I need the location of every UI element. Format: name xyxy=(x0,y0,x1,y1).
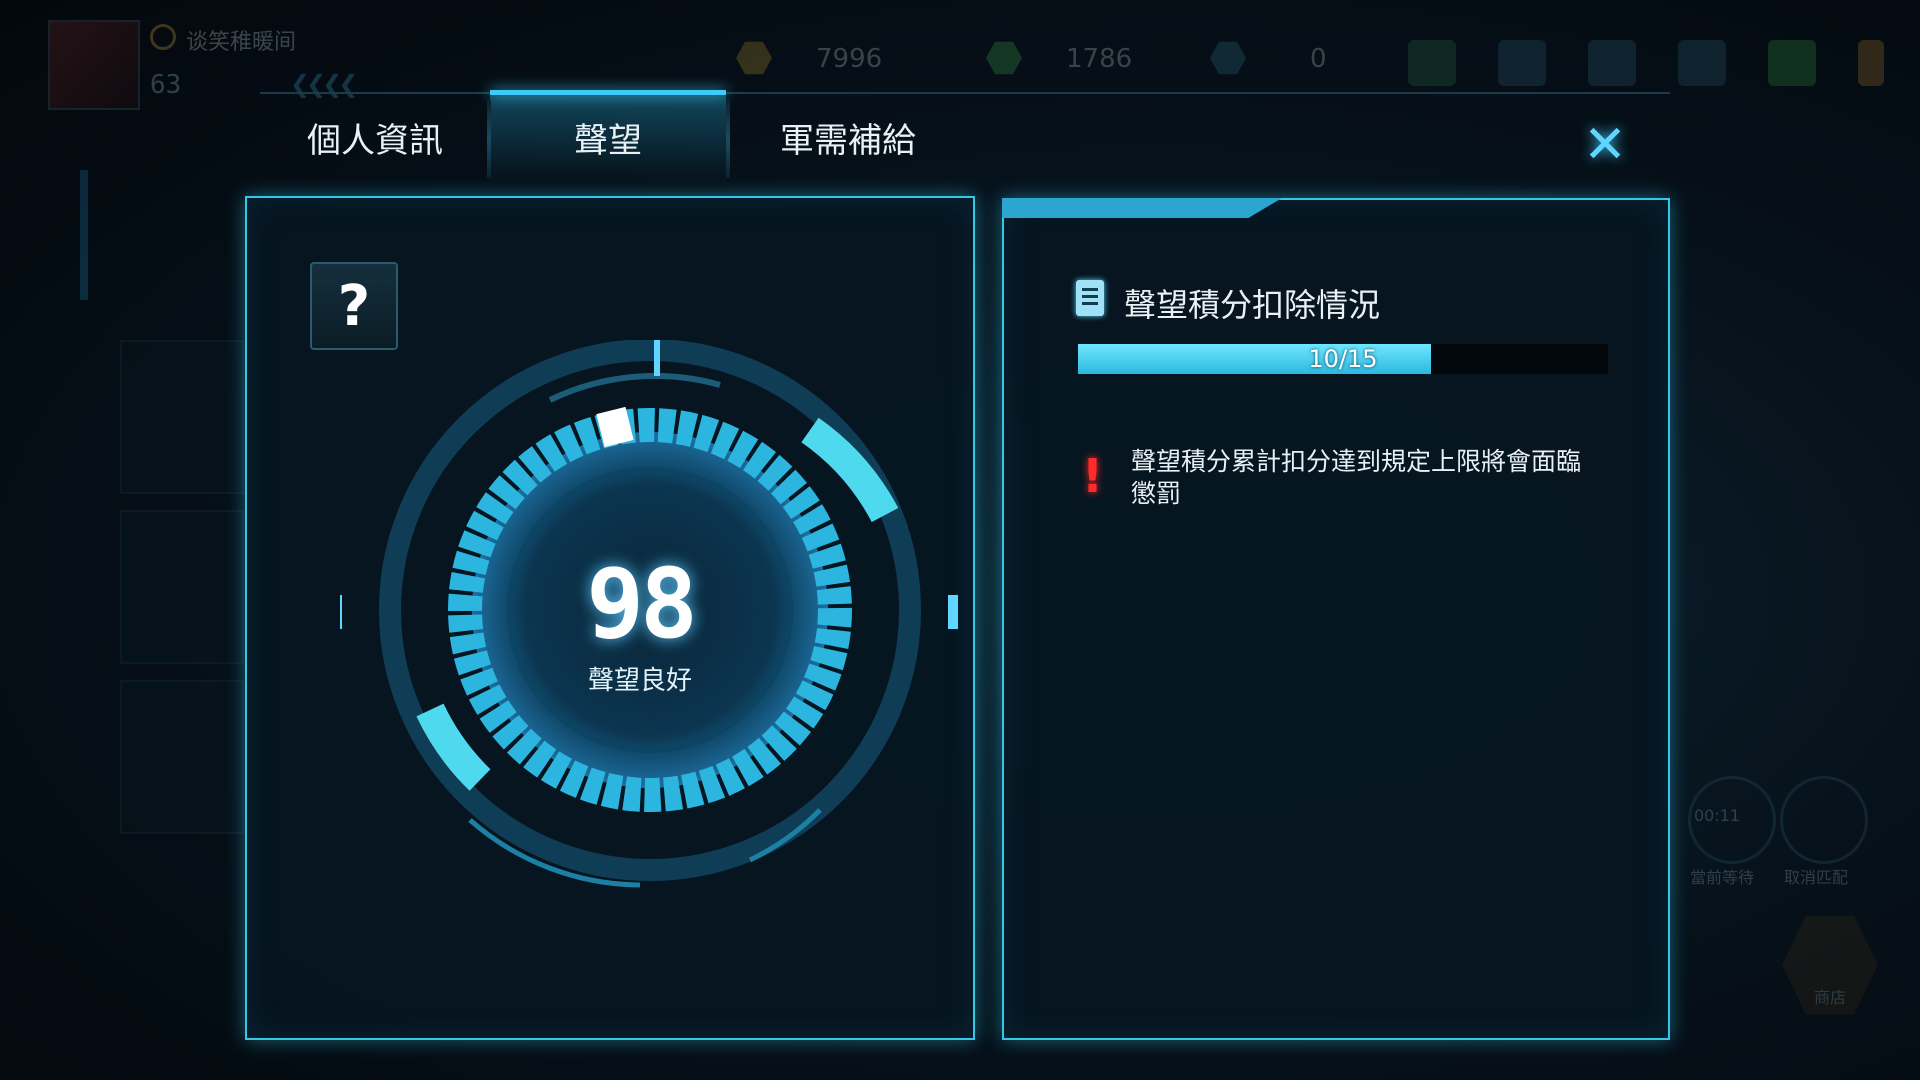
side-card[interactable] xyxy=(120,680,244,834)
help-button[interactable]: ? xyxy=(310,262,398,350)
top-bar: 谈笑稚暖间 63 ❮❮❮❮ 7996 1786 0 xyxy=(0,0,1920,110)
gauge-arc-bright xyxy=(801,417,899,523)
gauge-top-marker xyxy=(654,340,660,376)
cancel-match-button[interactable] xyxy=(1780,776,1868,864)
mail-icon[interactable] xyxy=(1588,40,1636,86)
warning-text: 聲望積分累計扣分達到規定上限將會面臨懲罰 xyxy=(1131,447,1582,508)
tab-reputation[interactable]: 聲望 xyxy=(490,92,726,182)
gauge-arc xyxy=(548,372,721,403)
deduction-progress-text: 10/15 xyxy=(1308,345,1378,373)
crystal-icon xyxy=(986,41,1022,75)
tab-personal-info[interactable]: 個人資訊 xyxy=(260,92,490,182)
close-button[interactable]: ✕ xyxy=(1580,119,1630,171)
trophy-icon[interactable] xyxy=(1498,40,1546,86)
deduction-progress-bar: 10/15 xyxy=(1078,344,1608,374)
crystal-value: 1786 xyxy=(1066,44,1133,74)
queue-wait-label: 當前等待 xyxy=(1690,868,1755,887)
tab-military-supply[interactable]: 軍需補給 xyxy=(730,92,966,182)
gold-value: 7996 xyxy=(816,44,883,74)
deduction-panel-header-accent xyxy=(1002,198,1282,218)
wifi-icon xyxy=(1768,40,1816,86)
reputation-status: 聲望良好 xyxy=(587,666,692,696)
add-icon[interactable] xyxy=(1408,40,1456,86)
shop-label: 商店 xyxy=(1814,988,1847,1007)
player-avatar[interactable] xyxy=(48,20,140,110)
reputation-score: 98 xyxy=(586,548,698,660)
side-card[interactable] xyxy=(120,510,244,664)
document-icon xyxy=(1076,280,1104,316)
diamond-icon xyxy=(1210,41,1246,75)
diamond-value: 0 xyxy=(1310,44,1327,74)
battery-icon xyxy=(1858,40,1884,86)
gold-icon xyxy=(736,41,772,75)
player-name: 谈笑稚暖间 xyxy=(186,30,297,55)
left-rail xyxy=(80,170,88,300)
settings-icon[interactable] xyxy=(1678,40,1726,86)
crown-icon xyxy=(150,24,176,50)
gauge-left-marker xyxy=(340,595,342,629)
cancel-match-label: 取消匹配 xyxy=(1784,868,1849,887)
gauge-right-marker xyxy=(948,595,958,629)
side-card[interactable] xyxy=(120,340,244,494)
warning-icon: ! xyxy=(1082,449,1103,503)
deduction-title: 聲望積分扣除情況 xyxy=(1124,286,1381,324)
queue-timer-value: 00:11 xyxy=(1694,806,1741,825)
player-level: 63 xyxy=(150,70,182,100)
